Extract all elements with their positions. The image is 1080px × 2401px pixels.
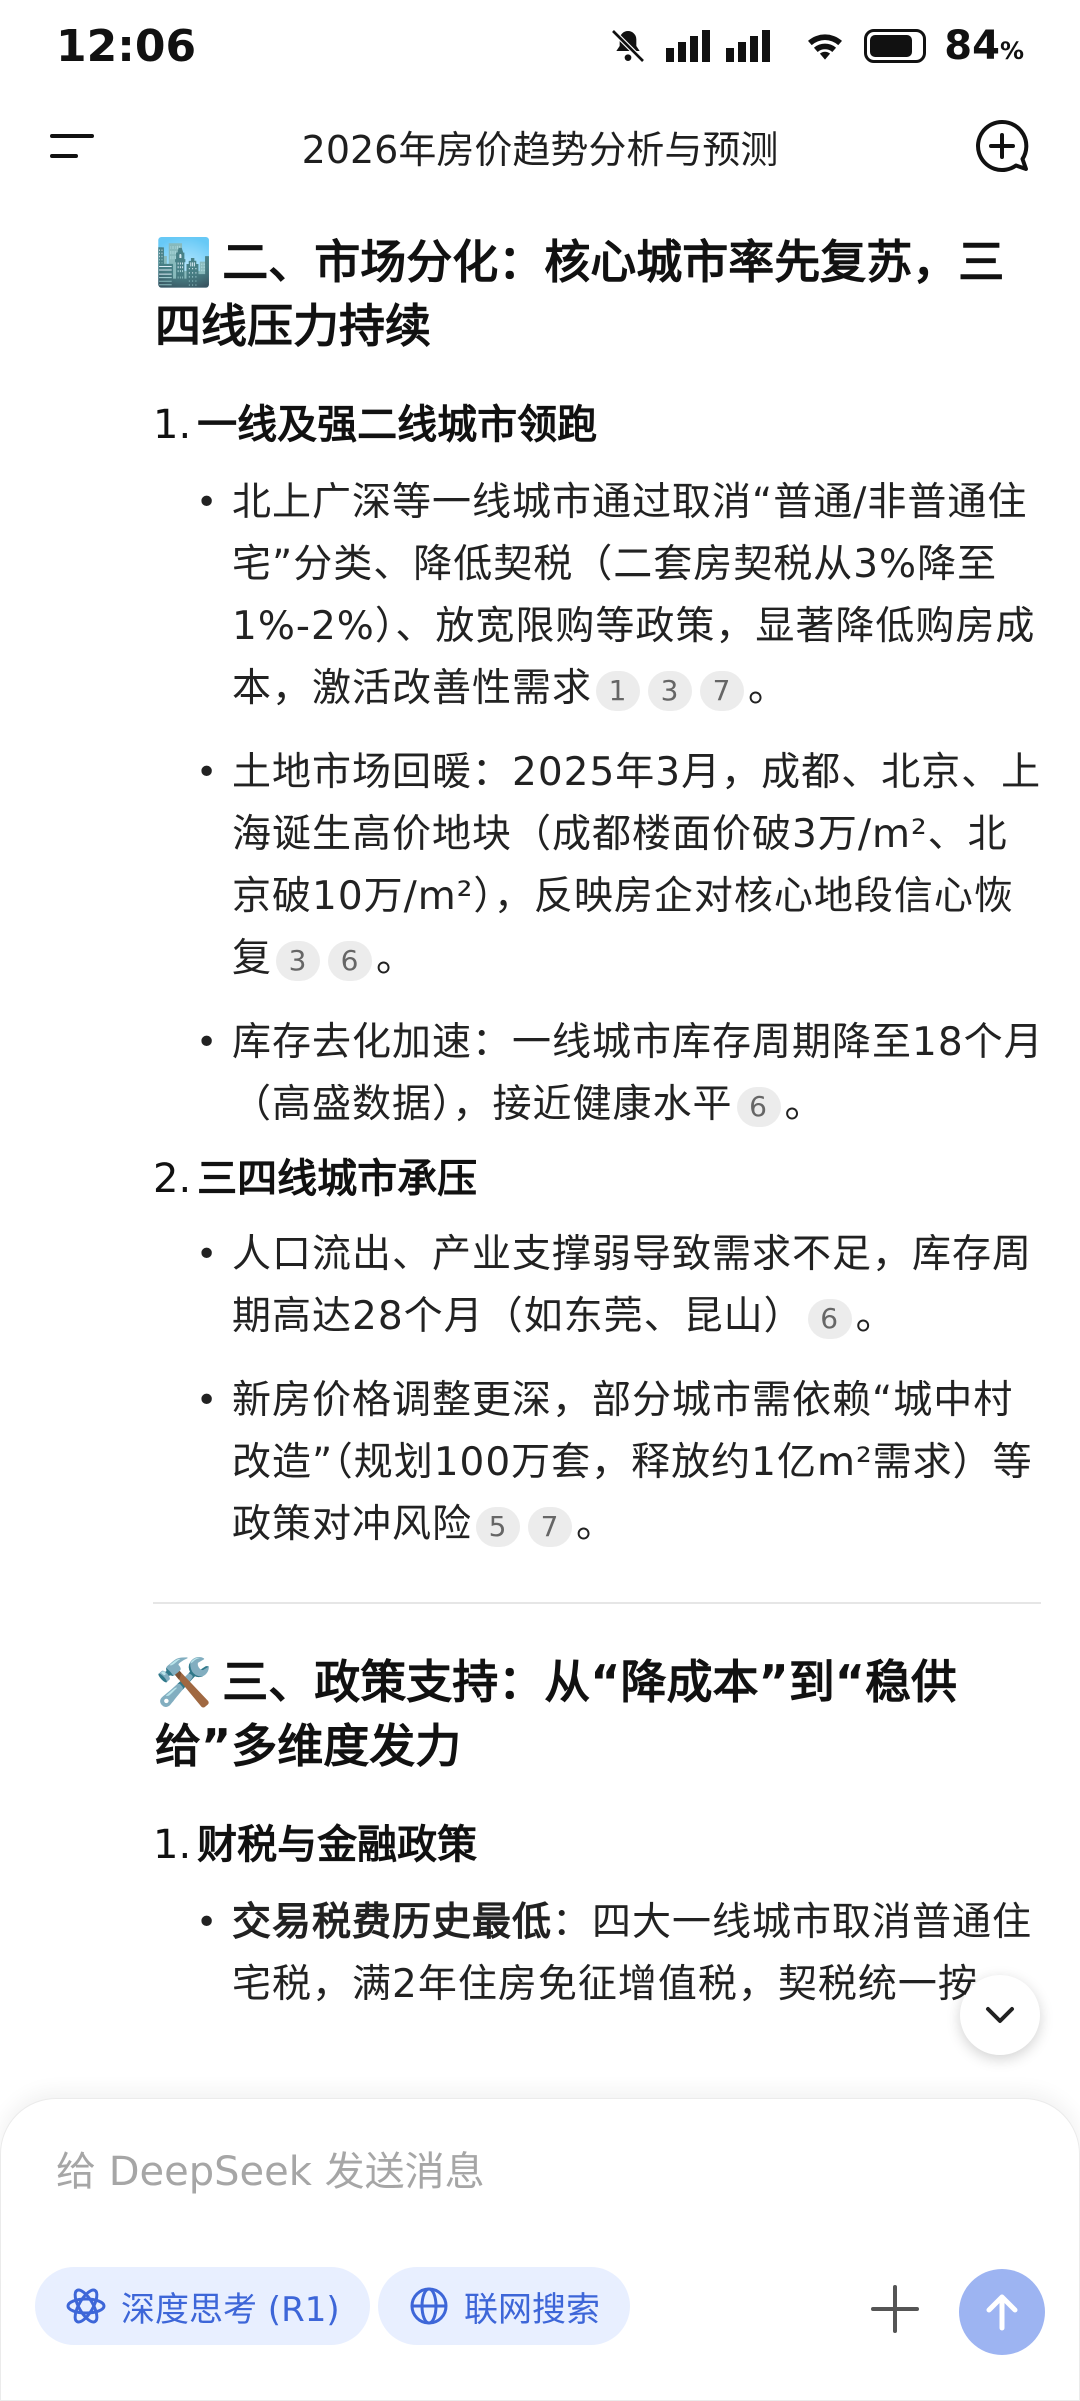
plus-icon	[871, 2285, 919, 2333]
wifi-icon	[804, 29, 846, 63]
battery-percent: 84	[944, 23, 1000, 69]
signal-icon	[666, 30, 786, 62]
status-icons: 84%	[608, 23, 1024, 69]
citation-badge[interactable]: 3	[648, 670, 693, 711]
subsection-heading: 2. 三四线城市承压	[153, 1156, 478, 1202]
list-item: 新房价格调整更深，部分城市需依赖“城中村改造”（规划100万套，释放约1亿m²需…	[196, 1370, 1044, 1556]
atom-icon	[66, 2288, 106, 2324]
app-header: 2026年房价趋势分析与预测	[0, 100, 1080, 192]
list-item: 库存去化加速：一线城市库存周期降至18个月（高盛数据），接近健康水平6。	[196, 1012, 1044, 1136]
scroll-down-button[interactable]	[960, 1975, 1040, 2055]
subsection-heading: 1. 一线及强二线城市领跑	[153, 402, 598, 448]
citation-badge[interactable]: 7	[528, 1506, 573, 1547]
status-time: 12:06	[56, 20, 197, 72]
arrow-up-icon	[986, 2294, 1018, 2331]
citation-badge[interactable]: 5	[476, 1506, 521, 1547]
send-button[interactable]	[959, 2269, 1045, 2355]
list-item: 土地市场回暖：2025年3月，成都、北京、上海诞生高价地块（成都楼面价破3万/m…	[196, 742, 1044, 990]
city-icon: 🏙️	[155, 235, 213, 289]
battery-unit: %	[999, 37, 1024, 65]
section-heading-3: 🛠️ 三、政策支持：从“降成本”到“稳供给”多维度发力	[155, 1650, 1035, 1778]
menu-icon	[50, 134, 94, 158]
citation-badge[interactable]: 1	[596, 670, 641, 711]
message-composer: 给 DeepSeek 发送消息 深度思考 (R1) 联网搜索	[0, 2098, 1080, 2401]
new-chat-icon	[976, 119, 1029, 172]
list-item: 北上广深等一线城市通过取消“普通/非普通住宅”分类、降低契税（二套房契税从3%降…	[196, 472, 1044, 720]
chat-content: 🏙️二、市场分化：核心城市率先复苏，三四线压力持续 1.一线及强二线城市领跑 北…	[0, 230, 1080, 2110]
new-chat-button[interactable]	[972, 116, 1032, 176]
deep-think-label: 深度思考 (R1)	[121, 2289, 340, 2330]
tools-icon: 🛠️	[155, 1655, 213, 1709]
section-title: 二、市场分化：核心城市率先复苏，三四线压力持续	[155, 235, 1005, 353]
message-input[interactable]: 给 DeepSeek 发送消息	[56, 2139, 485, 2197]
status-bar: 12:06 84%	[0, 0, 1080, 92]
citation-badge[interactable]: 7	[700, 670, 745, 711]
section-heading-2: 🏙️ 二、市场分化：核心城市率先复苏，三四线压力持续	[155, 230, 1035, 358]
list-item: 交易税费历史最低：四大一线城市取消普通住宅税，满2年住房免征增值税，契税统一按	[196, 1892, 1044, 2016]
section-title: 三、政策支持：从“降成本”到“稳供给”多维度发力	[155, 1655, 957, 1773]
citation-badge[interactable]: 6	[807, 1298, 852, 1339]
menu-button[interactable]	[48, 122, 98, 172]
citation-badge[interactable]: 6	[736, 1086, 781, 1127]
citation-badge[interactable]: 3	[276, 940, 321, 981]
citation-badge[interactable]: 6	[328, 940, 373, 981]
page-title: 2026年房价趋势分析与预测	[301, 127, 779, 172]
globe-icon	[410, 2287, 448, 2325]
chevron-down-icon	[986, 2007, 1014, 2023]
battery-icon	[864, 29, 927, 63]
subsection-heading: 1. 财税与金融政策	[153, 1822, 478, 1868]
mute-bell-icon	[608, 26, 648, 66]
attach-button[interactable]	[865, 2279, 925, 2339]
web-search-toggle[interactable]: 联网搜索	[378, 2267, 630, 2345]
web-search-label: 联网搜索	[464, 2289, 600, 2330]
battery-level	[870, 35, 913, 57]
list-item: 人口流出、产业支撑弱导致需求不足，库存周期高达28个月（如东莞、昆山）6。	[196, 1224, 1044, 1348]
deep-think-toggle[interactable]: 深度思考 (R1)	[35, 2267, 370, 2345]
